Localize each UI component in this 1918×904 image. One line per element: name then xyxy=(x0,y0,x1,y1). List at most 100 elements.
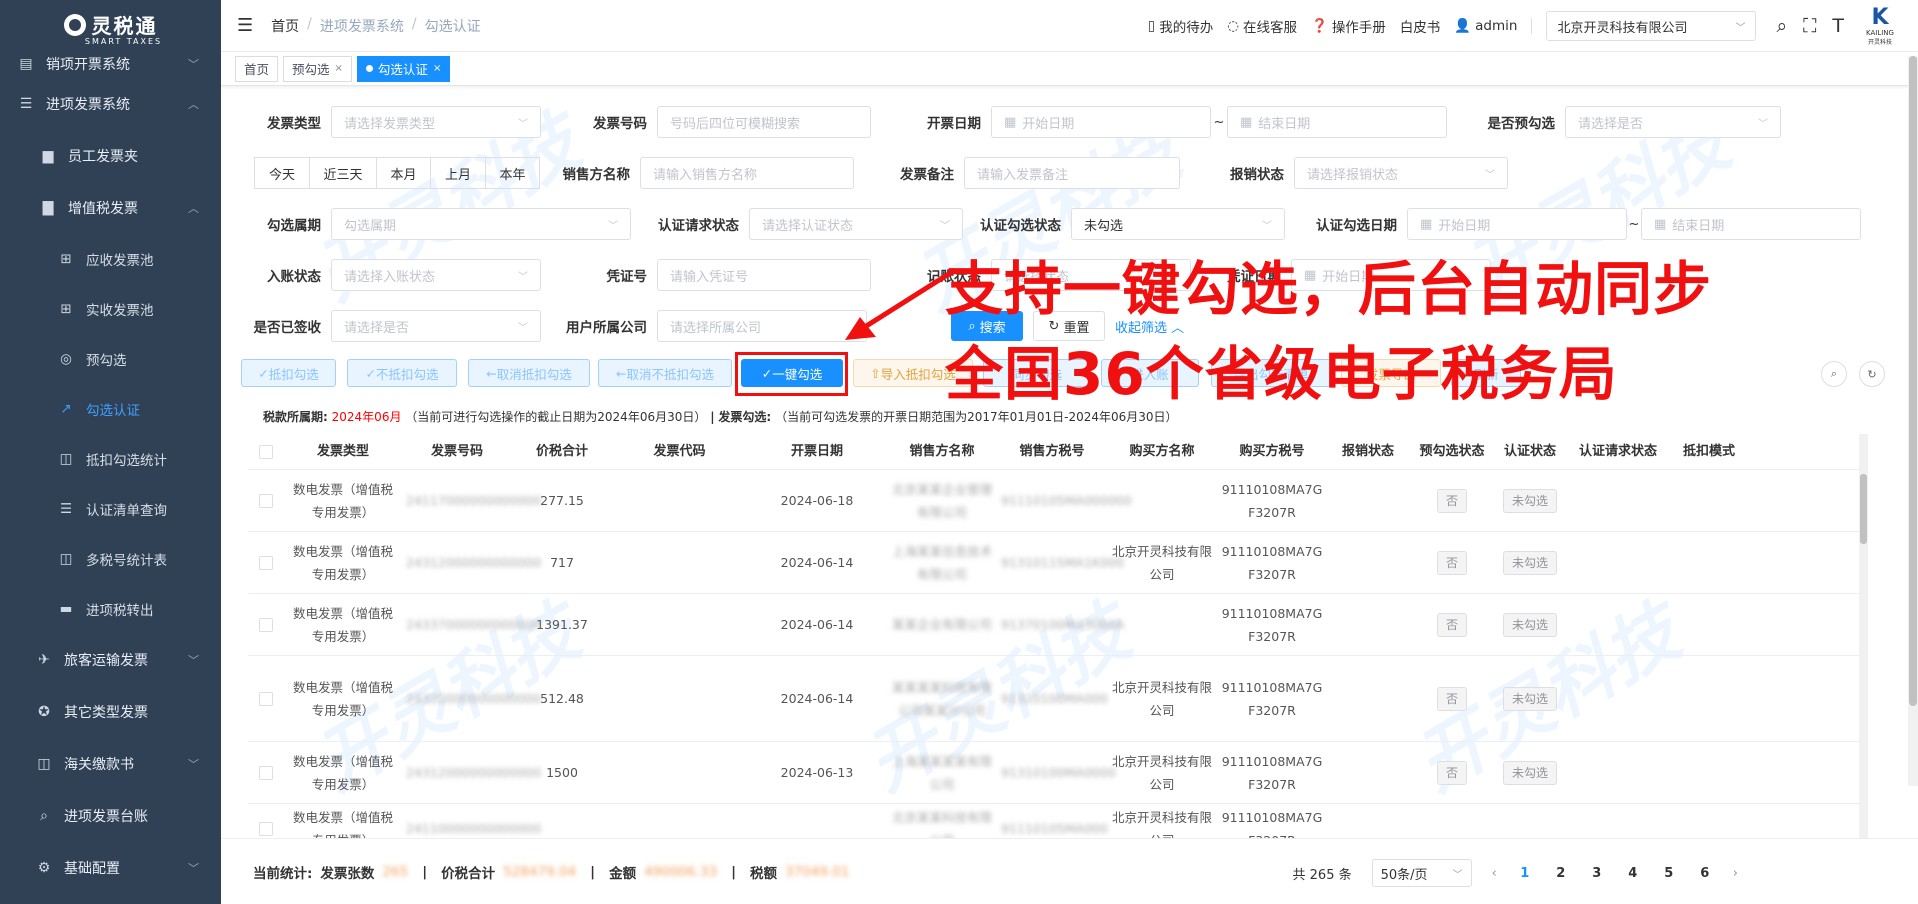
column-header[interactable]: 认证请求状态 xyxy=(1565,440,1671,463)
table-row[interactable]: 数电发票（增值税专用发票） 24320000000000000 512.48 2024… xyxy=(248,656,1868,742)
page-size-select[interactable]: 50条/页 ﹀ xyxy=(1371,859,1472,887)
column-header[interactable]: 购买方税号 xyxy=(1217,440,1327,463)
sidebar-item-sales[interactable]: ▤ 销项开票系统 ﹀ xyxy=(0,50,221,78)
column-header[interactable]: 预勾选状态 xyxy=(1409,440,1495,463)
scrollbar-thumb[interactable] xyxy=(1860,474,1867,544)
sidebar-item-select-auth[interactable]: ↗ 勾选认证 xyxy=(0,384,221,434)
todo-link[interactable]: ▯ 我的待办 xyxy=(1148,16,1213,36)
tag-pre-select[interactable]: 预勾选 × xyxy=(283,55,352,82)
quick-last-month[interactable]: 上月 xyxy=(430,157,486,189)
search-icon[interactable]: ⌕ xyxy=(1776,15,1787,37)
row-checkbox[interactable] xyxy=(259,765,273,780)
font-size-icon[interactable]: T xyxy=(1832,15,1844,37)
sidebar-item-input-invoice[interactable]: ☰ 进项发票系统 ︿ xyxy=(0,78,221,130)
table-scrollbar[interactable] xyxy=(1859,434,1868,839)
whitepaper-link[interactable]: 白皮书 xyxy=(1400,16,1441,36)
sidebar-item-receivable-pool[interactable]: ⊞ 应收发票池 xyxy=(0,234,221,284)
sidebar-item-vat-invoice[interactable]: ▇ 增值税发票 ︿ xyxy=(0,182,221,234)
app-logo[interactable]: 灵税通 SMART TAXES xyxy=(0,0,221,56)
select-all-checkbox[interactable] xyxy=(259,444,273,459)
signed-select[interactable]: 请选择是否 ﹀ xyxy=(331,310,541,342)
column-header[interactable]: 开票日期 xyxy=(747,440,887,463)
sidebar-item-tax-transfer[interactable]: ▬ 进项税转出 xyxy=(0,584,221,634)
company-filter-select[interactable]: 请选择所属公司 xyxy=(657,310,867,342)
column-header[interactable]: 认证状态 xyxy=(1495,440,1565,463)
sidebar-item-other[interactable]: ✪ 其它类型发票 xyxy=(0,686,221,738)
sidebar-item-travel[interactable]: ✈ 旅客运输发票 ﹀ xyxy=(0,634,221,686)
page-3[interactable]: 3 xyxy=(1589,866,1605,881)
page-5[interactable]: 5 xyxy=(1661,866,1677,881)
issue-date-start[interactable]: ▦ 开始日期 xyxy=(991,106,1211,138)
next-page-icon[interactable]: › xyxy=(1733,866,1738,881)
pre-select-select[interactable]: 请选择是否 ﹀ xyxy=(1565,106,1781,138)
column-header[interactable]: 发票代码 xyxy=(612,440,747,463)
voucher-input[interactable]: 请输入凭证号 xyxy=(657,259,871,291)
column-header[interactable]: 购买方名称 xyxy=(1107,440,1217,463)
scrollbar-thumb[interactable] xyxy=(1909,56,1917,706)
sidebar-item-ledger[interactable]: ⌕ 进项发票台账 xyxy=(0,790,221,842)
fullscreen-icon[interactable]: ⛶ xyxy=(1803,15,1816,37)
row-checkbox[interactable] xyxy=(259,617,273,632)
column-header[interactable]: 销售方名称 xyxy=(887,440,997,463)
table-row[interactable]: 数电发票（增值税专用发票） 24312000000000000 717 2024-06… xyxy=(248,532,1868,594)
company-select[interactable]: 北京开灵科技有限公司 ﹀ xyxy=(1546,11,1757,41)
auth-status-select[interactable]: 未勾选 ﹀ xyxy=(1071,208,1285,240)
reimburse-select[interactable]: 请选择报销状态 ﹀ xyxy=(1294,157,1508,189)
service-link[interactable]: ◌ 在线客服 xyxy=(1227,16,1297,36)
quick-today[interactable]: 今天 xyxy=(254,157,310,189)
page-6[interactable]: 6 xyxy=(1697,866,1713,881)
row-checkbox[interactable] xyxy=(259,821,273,836)
table-row[interactable]: 数电发票（增值税专用发票） 24337000000000000 1391.37 202… xyxy=(248,594,1868,656)
page-1[interactable]: 1 xyxy=(1517,866,1533,881)
sidebar-item-multi-tax[interactable]: ◫ 多税号统计表 xyxy=(0,534,221,584)
user-menu[interactable]: 👤 admin xyxy=(1454,18,1517,34)
page-4[interactable]: 4 xyxy=(1625,866,1641,881)
column-header[interactable]: 销售方税号 xyxy=(997,440,1107,463)
brand-logo[interactable]: K KAILING 开灵科技 xyxy=(1860,6,1900,46)
refresh-icon[interactable]: ↻ xyxy=(1859,361,1885,387)
remark-input[interactable]: 请输入发票备注 xyxy=(964,157,1180,189)
invoice-no-input[interactable]: 号码后四位可模糊搜索 xyxy=(657,106,871,138)
invoice-type-select[interactable]: 请选择发票类型 ﹀ xyxy=(331,106,541,138)
table-row[interactable]: 数电发票（增值税专用发票） 24110000000000000 北京某某科技有限公司… xyxy=(248,804,1868,839)
column-header[interactable]: 抵扣模式 xyxy=(1671,440,1747,463)
breadcrumb-input-invoice[interactable]: 进项发票系统 xyxy=(320,16,404,36)
quick-3days[interactable]: 近三天 xyxy=(309,157,377,189)
page-2[interactable]: 2 xyxy=(1553,866,1569,881)
seller-name-input[interactable]: 请输入销售方名称 xyxy=(640,157,854,189)
cancel-no-deduct-button[interactable]: ← 取消不抵扣勾选 xyxy=(598,359,732,387)
auth-date-end[interactable]: ▦ 结束日期 xyxy=(1641,208,1861,240)
search-toggle-icon[interactable]: ⌕ xyxy=(1821,361,1847,387)
table-row[interactable]: 数电发票（增值税专用发票） 24312000000000000 1500 2024-0… xyxy=(248,742,1868,804)
cancel-deduct-button[interactable]: ← 取消抵扣勾选 xyxy=(468,359,590,387)
period-select[interactable]: 勾选属期 ﹀ xyxy=(331,208,631,240)
sidebar-item-employee-folder[interactable]: ▆ 员工发票夹 xyxy=(0,130,221,182)
sidebar-item-received-pool[interactable]: ⊞ 实收发票池 xyxy=(0,284,221,334)
sidebar-item-config[interactable]: ⚙ 基础配置 ﹀ xyxy=(0,842,221,894)
tag-home[interactable]: 首页 xyxy=(235,55,279,82)
issue-date-end[interactable]: ▦ 结束日期 xyxy=(1227,106,1447,138)
table-row[interactable]: 数电发票（增值税专用发票） 24117000000000000 277.15 2024… xyxy=(248,470,1868,532)
tag-select-auth[interactable]: 勾选认证 × xyxy=(356,55,451,82)
close-icon[interactable]: × xyxy=(433,63,441,74)
hamburger-icon[interactable]: ☰ xyxy=(237,15,253,36)
column-header[interactable]: 报销状态 xyxy=(1327,440,1409,463)
quick-month[interactable]: 本月 xyxy=(376,157,431,189)
deduct-select-button[interactable]: ✓ 抵扣勾选 xyxy=(241,359,336,387)
sidebar-item-deduct-stats[interactable]: ◫ 抵扣勾选统计 xyxy=(0,434,221,484)
row-checkbox[interactable] xyxy=(259,691,273,706)
prev-page-icon[interactable]: ‹ xyxy=(1492,866,1497,881)
column-header[interactable]: 价税合计 xyxy=(512,440,612,463)
no-deduct-select-button[interactable]: ✓ 不抵扣勾选 xyxy=(347,359,457,387)
sidebar-item-customs[interactable]: ◫ 海关缴款书 ﹀ xyxy=(0,738,221,790)
column-header[interactable]: 发票号码 xyxy=(402,440,512,463)
page-scrollbar[interactable] xyxy=(1908,56,1918,786)
manual-link[interactable]: ❓ 操作手册 xyxy=(1311,16,1386,36)
req-status-select[interactable]: 请选择认证状态 ﹀ xyxy=(749,208,963,240)
account-status-select[interactable]: 请选择入账状态 ﹀ xyxy=(331,259,541,291)
auth-date-start[interactable]: ▦ 开始日期 xyxy=(1407,208,1627,240)
sidebar-item-auth-list[interactable]: ☰ 认证清单查询 xyxy=(0,484,221,534)
breadcrumb-home[interactable]: 首页 xyxy=(271,16,299,36)
row-checkbox[interactable] xyxy=(259,493,273,508)
close-icon[interactable]: × xyxy=(335,63,343,74)
